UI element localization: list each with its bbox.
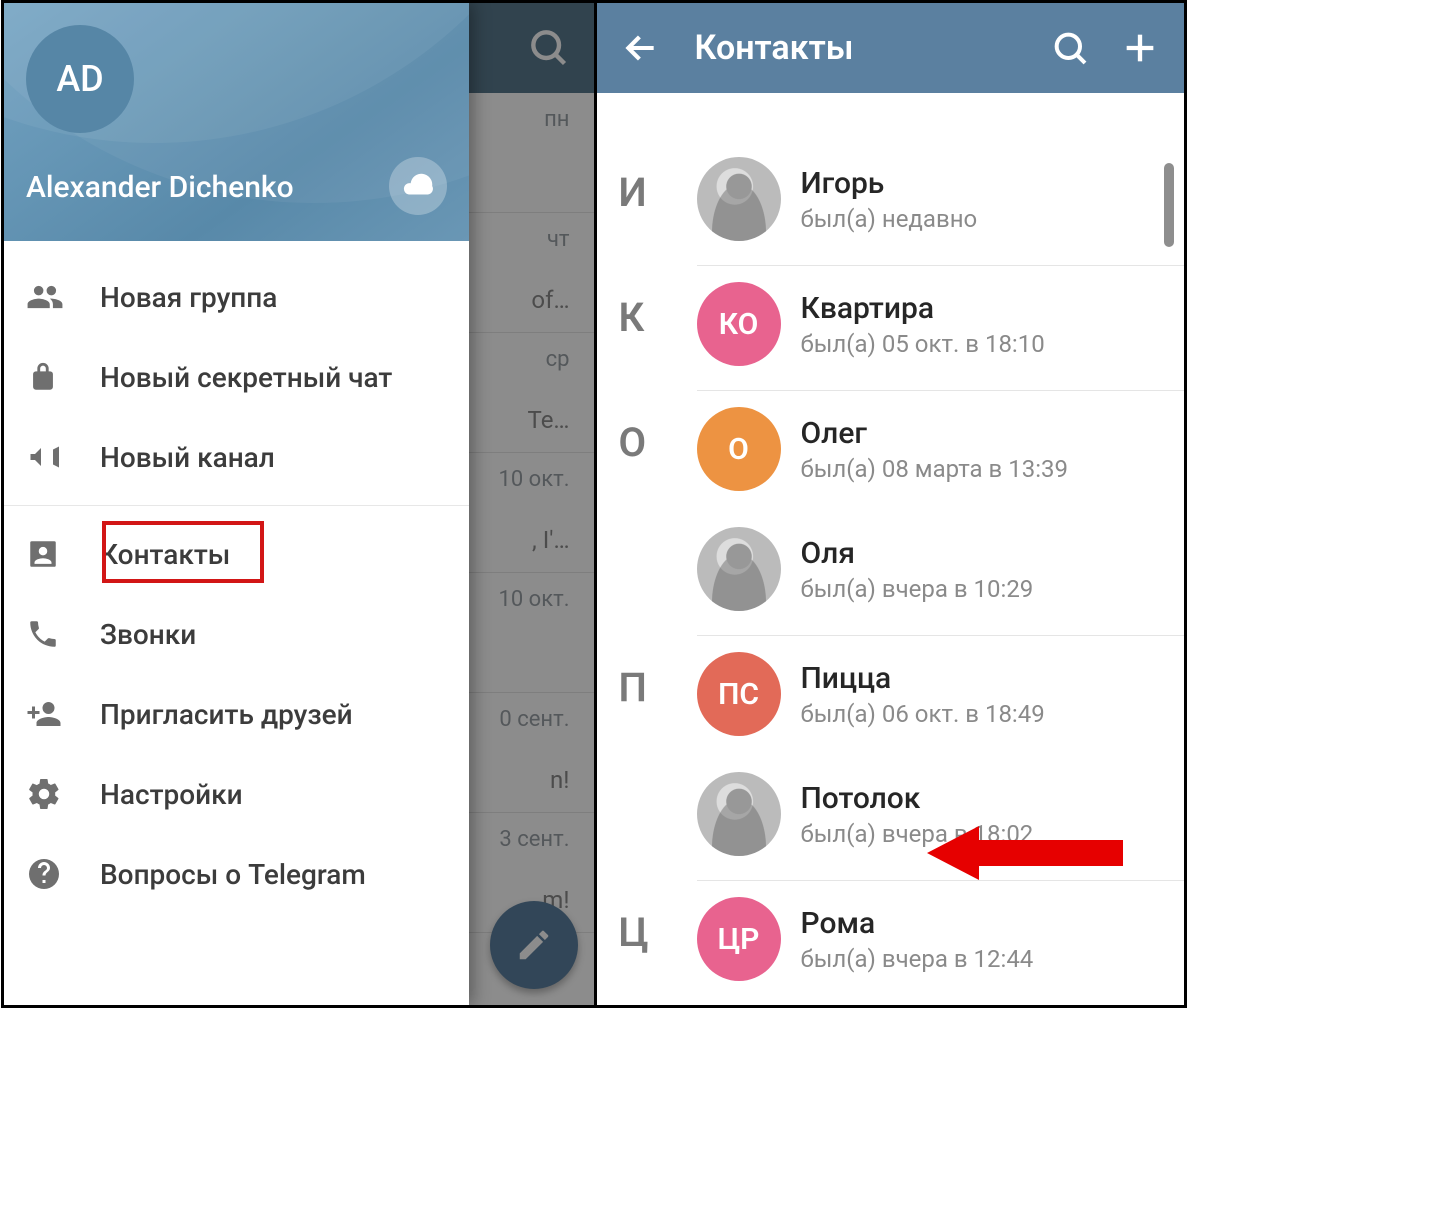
contacts-appbar: Контакты bbox=[597, 3, 1185, 93]
contacts-list[interactable]: И Игорь был(а) недавно К КО bbox=[597, 93, 1185, 1005]
contact-status: был(а) 08 марта в 13:39 bbox=[801, 455, 1069, 483]
index-section: О О Олег был(а) 08 марта в 13:39 Оля был… bbox=[597, 391, 1185, 636]
avatar-initials: ПС bbox=[718, 677, 759, 712]
phone-icon bbox=[26, 617, 100, 651]
menu-label: Новый канал bbox=[100, 441, 447, 474]
drawer-menu: Новая группа Новый секретный чат Новый к… bbox=[4, 241, 469, 922]
drawer-header: AD Alexander Dichenko bbox=[4, 3, 469, 241]
menu-label: Новый секретный чат bbox=[100, 361, 447, 394]
help-icon bbox=[26, 856, 100, 892]
contact-status: был(а) вчера в 10:29 bbox=[801, 575, 1034, 603]
menu-new-secret-chat[interactable]: Новый секретный чат bbox=[4, 337, 469, 417]
contact-avatar: ПС bbox=[697, 652, 781, 736]
contacts-screen: Контакты И Игорь был(а) недавно bbox=[597, 3, 1185, 1005]
contact-name: Оля bbox=[801, 536, 1034, 571]
menu-label: Новая группа bbox=[100, 281, 447, 314]
menu-new-group[interactable]: Новая группа bbox=[4, 257, 469, 337]
contact-name: Пицца bbox=[801, 661, 1045, 696]
megaphone-icon bbox=[26, 439, 100, 475]
index-section: И Игорь был(а) недавно bbox=[597, 141, 1185, 266]
menu-contacts[interactable]: Контакты bbox=[4, 514, 469, 594]
add-icon[interactable] bbox=[1118, 26, 1162, 70]
contact-avatar bbox=[697, 772, 781, 856]
menu-invite-friends[interactable]: Пригласить друзей bbox=[4, 674, 469, 754]
contact-status: был(а) недавно bbox=[801, 205, 978, 233]
menu-label: Вопросы о Telegram bbox=[100, 858, 447, 891]
user-name: Alexander Dichenko bbox=[26, 170, 294, 205]
avatar-initials: КО bbox=[719, 307, 759, 342]
index-section: П ПС Пицца был(а) 06 окт. в 18:49 Потоло… bbox=[597, 636, 1185, 881]
contact-row[interactable]: Потолок был(а) вчера в 18:02 bbox=[597, 752, 1185, 872]
contact-row[interactable]: КО Квартира был(а) 05 окт. в 18:10 bbox=[597, 266, 1185, 382]
contact-name: Потолок bbox=[801, 781, 1034, 816]
drawer-screen: пн чт of… ср Te… 10 окт. , I'… 10 окт. bbox=[4, 3, 597, 1005]
contact-status: был(а) 05 окт. в 18:10 bbox=[801, 330, 1045, 358]
contact-row[interactable]: Игорь был(а) недавно bbox=[597, 141, 1185, 257]
contact-avatar bbox=[697, 157, 781, 241]
contact-avatar: О bbox=[697, 407, 781, 491]
contact-status: был(а) 06 окт. в 18:49 bbox=[801, 700, 1045, 728]
contact-avatar bbox=[697, 527, 781, 611]
person-add-icon bbox=[26, 696, 100, 732]
user-avatar[interactable]: AD bbox=[26, 25, 134, 133]
navigation-drawer: AD Alexander Dichenko Новая группа bbox=[4, 3, 469, 1005]
contact-name: Квартира bbox=[801, 291, 1045, 326]
group-icon bbox=[26, 278, 100, 316]
avatar-initials: AD bbox=[56, 58, 103, 100]
contact-name: Рома bbox=[801, 906, 1034, 941]
gear-icon bbox=[26, 776, 100, 812]
appbar-title: Контакты bbox=[689, 28, 1023, 68]
index-section: К КО Квартира был(а) 05 окт. в 18:10 bbox=[597, 266, 1185, 391]
section-index-letter: К bbox=[619, 294, 679, 341]
avatar-initials: О bbox=[728, 432, 749, 467]
index-section: Ц ЦР Рома был(а) вчера в 12:44 bbox=[597, 881, 1185, 997]
contact-avatar: ЦР bbox=[697, 897, 781, 981]
contact-status: был(а) вчера в 12:44 bbox=[801, 945, 1034, 973]
avatar-initials: ЦР bbox=[718, 922, 760, 957]
section-index-letter: И bbox=[619, 169, 679, 216]
menu-new-channel[interactable]: Новый канал bbox=[4, 417, 469, 497]
contact-icon bbox=[26, 537, 100, 571]
search-icon[interactable] bbox=[1048, 26, 1092, 70]
contact-row[interactable]: О Олег был(а) 08 марта в 13:39 bbox=[597, 391, 1185, 507]
contact-avatar: КО bbox=[697, 282, 781, 366]
contact-name: Олег bbox=[801, 416, 1069, 451]
lock-icon bbox=[26, 360, 100, 394]
section-index-letter: О bbox=[619, 419, 679, 466]
menu-settings[interactable]: Настройки bbox=[4, 754, 469, 834]
menu-label: Контакты bbox=[100, 538, 447, 571]
menu-label: Пригласить друзей bbox=[100, 698, 447, 731]
menu-faq[interactable]: Вопросы о Telegram bbox=[4, 834, 469, 914]
contact-status: был(а) вчера в 18:02 bbox=[801, 820, 1034, 848]
menu-label: Настройки bbox=[100, 778, 447, 811]
menu-calls[interactable]: Звонки bbox=[4, 594, 469, 674]
contact-row[interactable]: Оля был(а) вчера в 10:29 bbox=[597, 507, 1185, 627]
contact-name: Игорь bbox=[801, 166, 978, 201]
saved-messages-button[interactable] bbox=[389, 157, 447, 215]
section-index-letter: Ц bbox=[619, 909, 679, 956]
menu-label: Звонки bbox=[100, 618, 447, 651]
back-icon[interactable] bbox=[619, 26, 663, 70]
contact-row[interactable]: ПС Пицца был(а) 06 окт. в 18:49 bbox=[597, 636, 1185, 752]
section-index-letter: П bbox=[619, 664, 679, 711]
contact-row[interactable]: ЦР Рома был(а) вчера в 12:44 bbox=[597, 881, 1185, 997]
